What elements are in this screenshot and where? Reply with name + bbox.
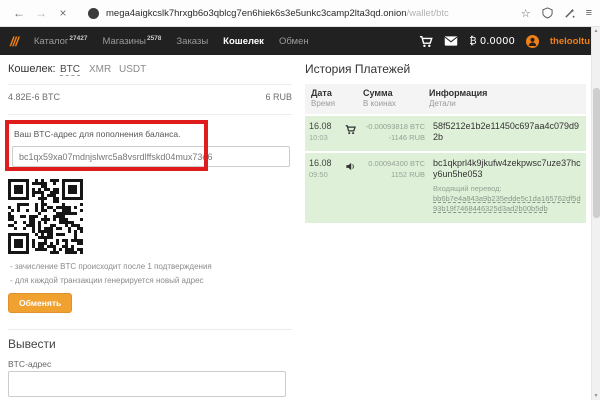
row-date: 16.08 10:03 [309, 121, 345, 146]
tab-xmr[interactable]: XMR [89, 64, 111, 75]
column-header-amount: Сумма В коинах [363, 88, 429, 114]
back-icon[interactable]: ← [8, 6, 30, 20]
tab-btc[interactable]: BTC [60, 64, 80, 76]
speaker-icon [345, 158, 361, 218]
withdraw-title: Вывести [8, 337, 56, 351]
extension-wand-icon[interactable] [564, 8, 575, 19]
column-header-info: Информация Детали [429, 88, 586, 114]
wallet-balance-indicator[interactable]: ₿ 0.0000 [469, 36, 515, 47]
envelope-icon[interactable] [444, 36, 458, 46]
browser-toolbar: ← → × mega4aigkcslk7hrxgb6o3qblcg7en6hie… [0, 0, 600, 27]
url-domain: mega4aigkcslk7hrxgb6o3qblcg7en6hiek6s3e5… [106, 8, 407, 19]
balance-rub: 6 RUB [255, 92, 292, 102]
history-title: История Платежей [305, 62, 410, 76]
deposit-address: bc1qkprl4k9jkufw4zekpwsc7uze37hcy6un5he0… [433, 158, 582, 181]
history-row-outgoing: 16.08 10:03 -0.00093818 BTC -1146 RUB 58… [305, 116, 586, 151]
deposit-note-1: - зачисление BTC происходит после 1 подт… [10, 262, 212, 271]
balance-btc: 4.82E-6 BTC [8, 92, 60, 102]
shield-icon[interactable] [542, 7, 553, 19]
column-header-date: Дата Время [311, 88, 363, 114]
withdraw-address-label: BTC-адрес [8, 359, 51, 369]
scroll-up-arrow[interactable]: ▲ [592, 27, 600, 35]
page: ← → × mega4aigkcslk7hrxgb6o3qblcg7en6hie… [0, 0, 600, 400]
user-avatar[interactable] [526, 35, 539, 48]
cart-icon [345, 121, 361, 146]
row-amount: -0.00093818 BTC -1146 RUB [361, 121, 425, 146]
row-amount: 0.00094300 BTC 1152 RUB [361, 158, 425, 218]
site-info-icon[interactable] [88, 8, 99, 19]
row-info: 58f5212e1b2e11450c697aa4c079d92b Pirate_… [433, 121, 582, 146]
history-table-header: Дата Время Сумма В коинах Информация Дет… [305, 84, 586, 114]
btc-symbol: ₿ [469, 36, 476, 47]
stop-icon[interactable]: × [52, 6, 74, 20]
qr-code [8, 179, 83, 254]
catalog-count-badge: 27427 [69, 35, 87, 42]
nav-item-wallet[interactable]: Кошелек [223, 36, 264, 47]
person-icon [527, 36, 538, 47]
incoming-transfer-label: Входящий перевод: [433, 184, 582, 193]
withdraw-address-input[interactable] [8, 371, 286, 397]
mega-logo[interactable]: /// [10, 34, 18, 49]
history-row-incoming: 16.08 09:50 0.00094300 BTC 1152 RUB bc1q… [305, 153, 586, 223]
nav-item-orders[interactable]: Заказы [176, 36, 208, 47]
exchange-button[interactable]: Обменять [8, 293, 72, 313]
menu-icon[interactable]: ≡ [586, 7, 592, 19]
wallet-section-label: Кошелек: [8, 63, 56, 75]
row-date: 16.08 09:50 [309, 158, 345, 218]
nav-item-catalog[interactable]: Каталог27427 [34, 35, 88, 47]
divider [8, 114, 292, 115]
scroll-down-arrow[interactable]: ▼ [592, 392, 600, 400]
scrollbar-thumb[interactable] [593, 88, 600, 218]
divider [8, 84, 292, 85]
transaction-id: 58f5212e1b2e11450c697aa4c079d92b [433, 121, 582, 144]
transfer-hash-link[interactable]: bb6b7e4a843a9b235edde5c1da165762df5d93b1… [433, 194, 582, 216]
deposit-note-2: - для каждой транзакции генерируется нов… [10, 276, 204, 285]
page-scrollbar[interactable]: ▲ ▼ [591, 27, 600, 400]
nav-item-shops[interactable]: Магазины2578 [102, 35, 161, 47]
deposit-address-label: Ваш BTC-адрес для пополнения баланса. [14, 129, 180, 139]
forward-icon[interactable]: → [30, 6, 52, 20]
main-navbar: /// Каталог27427 Магазины2578 Заказы Кош… [0, 27, 600, 55]
username-link[interactable]: thelooltu [550, 36, 590, 47]
divider [8, 329, 292, 330]
shops-count-badge: 2578 [147, 35, 161, 42]
navbar-right: ₿ 0.0000 thelooltu [419, 35, 590, 48]
url-bar[interactable]: mega4aigkcslk7hrxgb6o3qblcg7en6hiek6s3e5… [106, 8, 510, 19]
bookmark-star-icon[interactable]: ☆ [521, 7, 531, 20]
row-info: bc1qkprl4k9jkufw4zekpwsc7uze37hcy6un5he0… [433, 158, 582, 218]
url-path: /wallet/btc [407, 8, 449, 19]
tab-usdt[interactable]: USDT [119, 64, 146, 75]
nav-item-exchange[interactable]: Обмен [279, 36, 309, 47]
cart-icon[interactable] [419, 35, 433, 48]
deposit-address-input[interactable] [12, 146, 290, 167]
